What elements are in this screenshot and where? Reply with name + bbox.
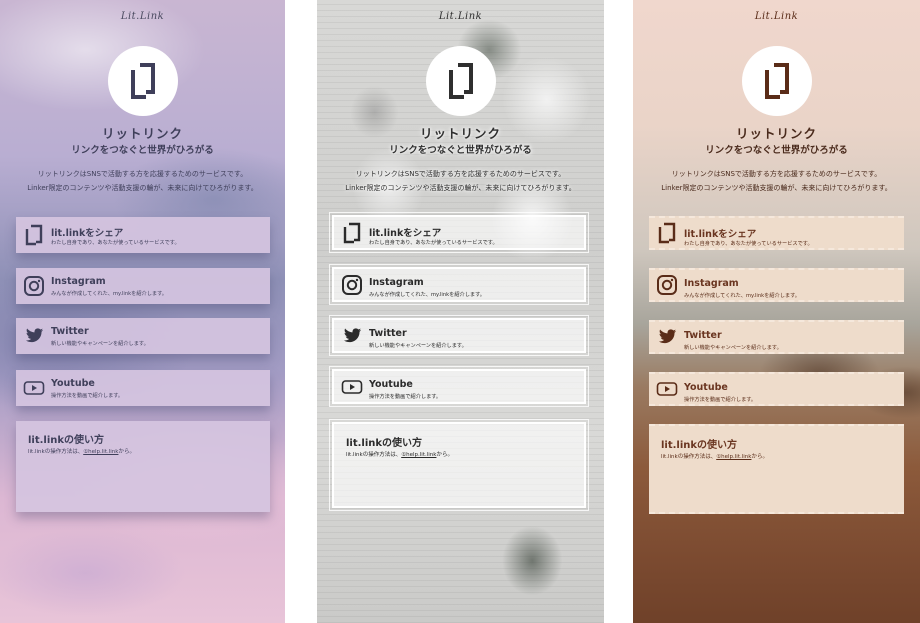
info-text-prefix: lit.linkの操作方法は、 [346,452,402,458]
link-subtitle: 操作方法を動画で紹介します。 [51,393,124,399]
help-link[interactable]: ①help.lit.link [401,452,436,458]
litlink-icon [658,222,676,244]
info-text-suffix: から。 [436,452,453,458]
profile-name: リットリンク [735,126,817,141]
profile-avatar [425,46,496,116]
link-card-litlink[interactable]: lit.linkをシェア わたし自身であり、あなたが使っているサービスです。 [16,217,270,253]
link-title: Instagram [369,277,424,288]
link-card-youtube[interactable]: Youtube 操作方法を動画で紹介します。 [16,370,270,406]
link-subtitle: わたし自身であり、あなたが使っているサービスです。 [684,241,813,247]
youtube-icon [341,379,363,394]
profile-description: リットリンクはSNSで活動する方を応援するためのサービスです。 Linker限定… [325,167,596,195]
link-title: Youtube [684,382,728,393]
link-subtitle: 新しい機能やキャンペーンを紹介します。 [51,341,149,347]
link-title: lit.linkをシェア [369,228,442,239]
profile-tagline: リンクをつなぐと世界がひろがる [389,145,532,156]
description-line-1: リットリンクはSNSで活動する方を応援するためのサービスです。 [671,170,882,178]
litlink-logo-icon [764,63,789,99]
link-subtitle: みんなが作成してくれた、my.linkを紹介します。 [369,292,485,298]
theme-preview-newspaper: Lit.Link リットリンク リンクをつなぐと世界がひろがる リットリンクはS… [317,0,604,623]
link-title: Youtube [51,378,95,389]
info-title: lit.linkの使い方 [28,435,105,446]
link-title: Twitter [51,326,89,337]
info-text-suffix: から。 [118,449,135,455]
link-card-instagram[interactable]: Instagram みんなが作成してくれた、my.linkを紹介します。 [329,264,589,305]
twitter-icon [343,327,362,342]
link-title: lit.linkをシェア [684,229,757,240]
info-text: lit.linkの操作方法は、①help.lit.linkから。 [28,447,135,455]
brand-logo[interactable]: Lit.Link [0,11,285,22]
instagram-icon [342,274,362,295]
link-card-instagram[interactable]: Instagram みんなが作成してくれた、my.linkを紹介します。 [649,268,904,302]
link-card-litlink[interactable]: lit.linkをシェア わたし自身であり、あなたが使っているサービスです。 [329,212,589,253]
link-subtitle: 操作方法を動画で紹介します。 [684,397,757,403]
link-card-litlink[interactable]: lit.linkをシェア わたし自身であり、あなたが使っているサービスです。 [649,216,904,250]
profile-name: リットリンク [101,126,183,141]
help-link[interactable]: ①help.lit.link [716,454,751,460]
info-text: lit.linkの操作方法は、①help.lit.linkから。 [661,452,768,460]
brand-logo[interactable]: Lit.Link [633,11,920,22]
link-title: Instagram [684,278,739,289]
link-subtitle: みんなが作成してくれた、my.linkを紹介します。 [684,293,800,299]
litlink-logo-icon [130,63,155,99]
link-card-twitter[interactable]: Twitter 新しい機能やキャンペーンを紹介します。 [16,318,270,354]
description-line-1: リットリンクはSNSで活動する方を応援するためのサービスです。 [355,170,566,178]
litlink-icon [343,222,361,243]
description-line-2: Linker限定のコンテンツや活動支援の輪が、未来に向けてひろがります。 [345,184,576,192]
link-title: Youtube [369,379,413,390]
link-title: Twitter [369,328,407,339]
profile-name: リットリンク [419,126,501,141]
info-text-prefix: lit.linkの操作方法は、 [28,449,84,455]
info-text: lit.linkの操作方法は、①help.lit.linkから。 [346,450,453,458]
theme-preview-sky: Lit.Link リットリンク リンクをつなぐと世界がひろがる リットリンクはS… [0,0,285,623]
description-line-1: リットリンクはSNSで活動する方を応援するためのサービスです。 [37,170,248,178]
litlink-icon [25,224,43,246]
youtube-icon [656,382,678,396]
link-title: Twitter [684,330,722,341]
twitter-icon [25,328,44,343]
help-link[interactable]: ①help.lit.link [83,449,118,455]
link-subtitle: 新しい機能やキャンペーンを紹介します。 [369,343,467,349]
theme-preview-field: Lit.Link リットリンク リンクをつなぐと世界がひろがる リットリンクはS… [633,0,920,623]
instagram-icon [657,275,677,295]
instagram-icon [24,276,44,296]
info-title: lit.linkの使い方 [346,438,423,449]
link-subtitle: 新しい機能やキャンペーンを紹介します。 [684,345,782,351]
info-card-how-to-use: lit.linkの使い方 lit.linkの操作方法は、①help.lit.li… [16,421,270,512]
link-card-twitter[interactable]: Twitter 新しい機能やキャンペーンを紹介します。 [329,315,589,356]
link-subtitle: わたし自身であり、あなたが使っているサービスです。 [369,240,498,246]
info-text-prefix: lit.linkの操作方法は、 [661,454,717,460]
profile-description: リットリンクはSNSで活動する方を応援するためのサービスです。 Linker限定… [641,167,912,195]
link-card-twitter[interactable]: Twitter 新しい機能やキャンペーンを紹介します。 [649,320,904,354]
profile-tagline: リンクをつなぐと世界がひろがる [705,145,848,156]
profile-avatar [741,46,812,116]
link-card-instagram[interactable]: Instagram みんなが作成してくれた、my.linkを紹介します。 [16,268,270,304]
youtube-icon [23,381,45,395]
brand-logo[interactable]: Lit.Link [317,11,604,22]
info-title: lit.linkの使い方 [661,440,738,451]
link-subtitle: みんなが作成してくれた、my.linkを紹介します。 [51,291,167,297]
description-line-2: Linker限定のコンテンツや活動支援の輪が、未来に向けてひろがります。 [27,184,258,192]
profile-tagline: リンクをつなぐと世界がひろがる [71,145,214,156]
link-title: lit.linkをシェア [51,228,124,239]
litlink-logo-icon [448,63,473,99]
info-card-how-to-use: lit.linkの使い方 lit.linkの操作方法は、①help.lit.li… [649,424,904,514]
twitter-icon [658,329,677,344]
link-title: Instagram [51,276,106,287]
link-subtitle: 操作方法を動画で紹介します。 [369,394,442,400]
link-card-youtube[interactable]: Youtube 操作方法を動画で紹介します。 [649,372,904,406]
info-text-suffix: から。 [751,454,768,460]
link-subtitle: わたし自身であり、あなたが使っているサービスです。 [51,240,180,246]
profile-avatar [107,46,178,116]
link-card-youtube[interactable]: Youtube 操作方法を動画で紹介します。 [329,366,589,407]
info-card-how-to-use: lit.linkの使い方 lit.linkの操作方法は、①help.lit.li… [329,419,589,511]
description-line-2: Linker限定のコンテンツや活動支援の輪が、未来に向けてひろがります。 [661,184,892,192]
profile-description: リットリンクはSNSで活動する方を応援するためのサービスです。 Linker限定… [8,167,277,195]
